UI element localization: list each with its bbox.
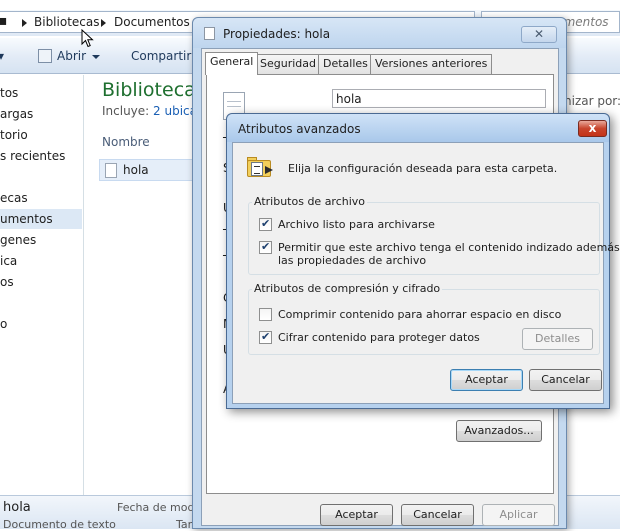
nav-item[interactable]: tos <box>0 86 18 100</box>
ok-button[interactable]: Aceptar <box>320 504 393 526</box>
properties-title: Propiedades: hola <box>223 27 331 41</box>
close-icon[interactable]: x <box>578 120 607 137</box>
file-name-field[interactable]: hola <box>332 89 546 108</box>
advanced-title: Atributos avanzados <box>238 122 361 136</box>
archive-label[interactable]: Archivo listo para archivarse <box>278 218 435 231</box>
advanced-button[interactable]: Avanzados... <box>456 420 542 442</box>
properties-titlebar[interactable]: Propiedades: hola ✕ <box>193 18 566 48</box>
file-item-hola[interactable]: hola <box>99 159 194 181</box>
text-file-icon <box>204 27 215 40</box>
details-button: Detalles <box>522 328 593 350</box>
tab-general[interactable]: General <box>205 52 259 75</box>
nav-item[interactable]: torio <box>0 128 28 142</box>
nav-item[interactable]: os <box>0 275 14 289</box>
open-icon <box>38 49 52 63</box>
nav-item[interactable]: s recientes <box>0 149 65 163</box>
nav-item[interactable]: o <box>0 317 7 331</box>
navigation-pane: tos argas torio s recientes ecas umentos… <box>0 75 82 495</box>
details-file-type: Documento de texto <box>3 518 116 531</box>
column-header-name[interactable]: Nombre <box>102 135 150 149</box>
text-file-icon <box>105 163 117 178</box>
details-date-label: Fecha de mod <box>117 501 195 514</box>
advanced-body: Elija la configuración deseada para esta… <box>232 142 620 404</box>
advanced-attributes-dialog: Atributos avanzados x Elija la configura… <box>226 113 620 409</box>
nav-item[interactable]: argas <box>0 107 33 121</box>
tab-detalles[interactable]: Detalles <box>318 54 373 74</box>
nav-item[interactable]: ecas <box>0 191 28 205</box>
index-label-line1[interactable]: Permitir que este archivo tenga el conte… <box>278 241 620 254</box>
tab-seguridad[interactable]: Seguridad <box>255 54 321 74</box>
file-item-label: hola <box>123 163 149 177</box>
details-file-name: hola <box>3 500 31 515</box>
tab-versiones-anteriores[interactable]: Versiones anteriores <box>370 54 493 74</box>
breadcrumb-documentos[interactable]: Documentos <box>114 15 190 29</box>
open-button[interactable]: Abrir <box>57 49 86 63</box>
chevron-right-icon[interactable] <box>22 19 27 27</box>
compression-legend: Atributos de compresión y cifrado <box>252 282 443 295</box>
open-dropdown-icon[interactable] <box>92 55 100 59</box>
compression-group: Atributos de compresión y cifrado Compri… <box>248 282 600 355</box>
compress-label[interactable]: Comprimir contenido para ahorrar espacio… <box>278 308 561 321</box>
file-name-value: hola <box>336 92 362 106</box>
includes-label: Incluye: <box>102 104 150 118</box>
nav-item[interactable]: ica <box>0 254 17 268</box>
encrypt-checkbox[interactable] <box>259 330 272 344</box>
folder-settings-icon <box>247 156 275 178</box>
apply-button: Aplicar <box>482 504 555 526</box>
nav-item[interactable]: genes <box>0 233 36 247</box>
archive-checkbox[interactable] <box>259 217 272 231</box>
file-attributes-legend: Atributos de archivo <box>252 195 368 208</box>
index-checkbox[interactable] <box>259 240 272 254</box>
folder-icon: ▪ <box>0 13 8 29</box>
organize-arrow-icon[interactable]: ▾ <box>0 49 4 63</box>
organize-by-label[interactable]: nizar por: <box>564 94 620 108</box>
index-label-line2[interactable]: las propiedades de archivo <box>278 254 426 267</box>
close-icon[interactable]: ✕ <box>521 26 557 43</box>
file-attributes-group: Atributos de archivo Archivo listo para … <box>248 195 620 275</box>
breadcrumb-bibliotecas[interactable]: Bibliotecas <box>34 15 99 29</box>
compress-checkbox[interactable] <box>259 308 272 321</box>
encrypt-label[interactable]: Cifrar contenido para proteger datos <box>278 331 480 344</box>
cancel-button[interactable]: Cancelar <box>401 504 474 526</box>
advanced-intro-text: Elija la configuración deseada para esta… <box>288 162 558 175</box>
nav-item-selected[interactable]: umentos <box>0 209 82 229</box>
cancel-button[interactable]: Cancelar <box>529 369 602 391</box>
ok-button[interactable]: Aceptar <box>450 369 523 391</box>
mouse-cursor-icon <box>81 29 94 48</box>
chevron-right-icon[interactable] <box>101 19 106 27</box>
advanced-titlebar[interactable]: Atributos avanzados x <box>227 114 609 142</box>
